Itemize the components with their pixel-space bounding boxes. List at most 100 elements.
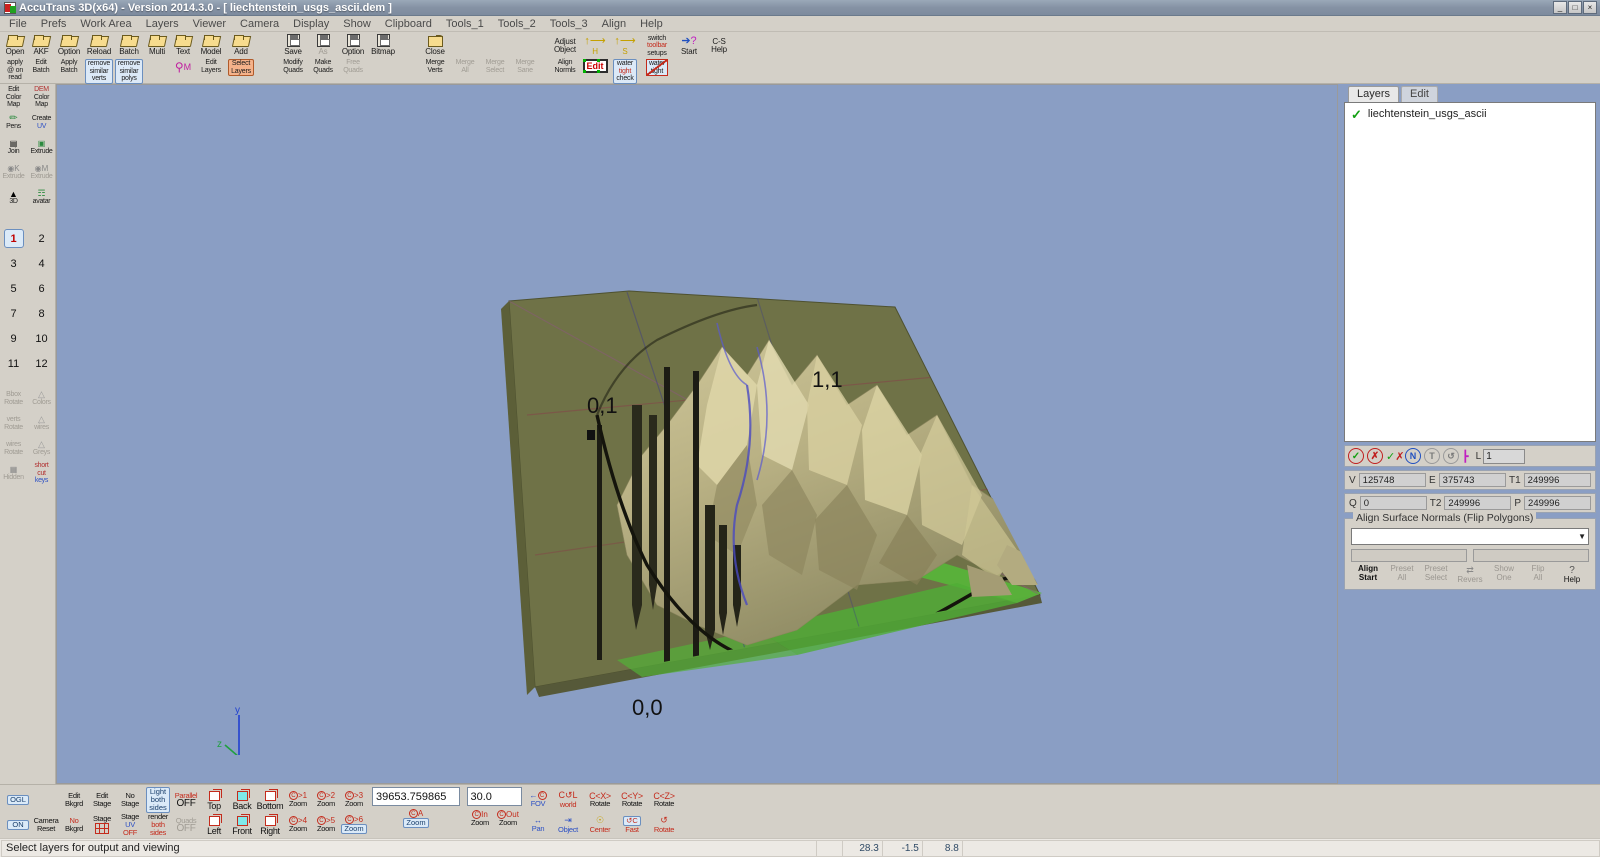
maximize-button[interactable]: □ (1568, 1, 1582, 14)
toolbar-text[interactable]: Text ⚲ M (170, 33, 196, 85)
sidebar-join[interactable]: ▤ Join (0, 135, 28, 160)
no-bkgrd-button[interactable]: No Bkgrd (60, 812, 88, 837)
tree-icon[interactable]: ┣ (1462, 450, 1469, 463)
toolbar-align-normls[interactable]: Align Normls (550, 59, 580, 85)
view-front-button[interactable]: Front (228, 812, 256, 837)
menu-prefs[interactable]: Prefs (34, 17, 74, 31)
sidebar-avatar[interactable]: ☶ avatar (28, 185, 56, 210)
toolbar-apply-batch[interactable]: Apply Batch (54, 59, 84, 85)
sidebar-number-3[interactable]: 3 (0, 251, 28, 276)
sidebar-bbox-rotate[interactable]: Bbox Rotate (0, 386, 28, 411)
pan-button[interactable]: ↔ Pan (524, 812, 552, 837)
sidebar-k-extrude[interactable]: ◉K Extrude (0, 160, 28, 185)
minimize-button[interactable]: _ (1553, 1, 1567, 14)
layer-number-field[interactable]: L (1476, 448, 1526, 464)
zoom-preset-6[interactable]: C >6 Zoom (340, 812, 368, 837)
edit-bkgrd-button[interactable]: Edit Bkgrd No Bkgrd (60, 787, 88, 837)
parallel-off-button[interactable]: Parallel OFF Quads OFF (172, 787, 200, 837)
list-item[interactable]: ✓ liechtenstein_usgs_ascii (1349, 107, 1591, 121)
stage-uv-off-button[interactable]: Stage UV OFF (116, 812, 144, 837)
render-both-sides-button[interactable]: render both sides (144, 812, 172, 837)
toolbar-save-bitmap[interactable]: Bitmap (368, 33, 398, 85)
toolbar-model[interactable]: Model Edit Layers (196, 33, 226, 85)
sidebar-number-7[interactable]: 7 (0, 301, 28, 326)
toolbar-select-layers[interactable]: Select Layers (226, 59, 256, 85)
toolbar-h-arrow-icon[interactable]: ↑⟶ H Edit (580, 33, 610, 85)
toolbar-edit-layers[interactable]: Edit Layers (196, 59, 226, 85)
toolbar-make-quads[interactable]: Make Quads (308, 59, 338, 85)
zoom-out-button[interactable]: C Out Zoom (494, 806, 522, 831)
menu-work-area[interactable]: Work Area (73, 17, 138, 31)
sidebar-number-1[interactable]: 1 (0, 226, 28, 251)
tab-edit[interactable]: Edit (1401, 86, 1438, 102)
sidebar-number-11[interactable]: 11 (0, 351, 28, 376)
zoom-value-input[interactable] (372, 787, 460, 806)
toolbar-merge-verts[interactable]: Merge Verts (420, 59, 450, 85)
menu-camera[interactable]: Camera (233, 17, 286, 31)
toolbar-cs-help[interactable]: C-S Help (704, 33, 734, 85)
menu-tools-3[interactable]: Tools_3 (543, 17, 595, 31)
zoom-preset-1[interactable]: C >1 Zoom C >4 Zoom (284, 787, 312, 837)
zoom-preset-5[interactable]: C >5 Zoom (312, 812, 340, 837)
menu-align[interactable]: Align (595, 17, 633, 31)
no-stage-button[interactable]: No Stage Stage UV OFF (116, 787, 144, 837)
sidebar-m-extrude[interactable]: ◉M Extrude (28, 160, 56, 185)
check-all-icon[interactable]: ✓ (1348, 448, 1364, 464)
toolbar-water-tight-check[interactable]: water tight check (610, 59, 640, 85)
sidebar-edit-color-map[interactable]: Edit Color Map (0, 85, 28, 110)
toolbar-add[interactable]: Add Select Layers (226, 33, 256, 85)
zoom-in-button[interactable]: C In Zoom (466, 806, 494, 831)
sidebar-greys[interactable]: △ Greys (28, 436, 56, 461)
normals-icon[interactable]: N (1405, 448, 1421, 464)
sidebar-dem-color-map[interactable]: DEM Color Map (28, 85, 56, 110)
sidebar-create-uv[interactable]: Create UV (28, 110, 56, 135)
toolbar-edit-badge[interactable]: Edit (580, 59, 610, 85)
menu-display[interactable]: Display (286, 17, 336, 31)
sidebar-number-2[interactable]: 2 (28, 226, 56, 251)
zoom-preset-2[interactable]: C >2 Zoom C >5 Zoom (312, 787, 340, 837)
sidebar-number-8[interactable]: 8 (28, 301, 56, 326)
object-rotate-button[interactable]: ↺ Rotate (648, 812, 680, 837)
stage-grid-button[interactable]: Stage (88, 812, 116, 837)
world-rotate-button[interactable]: C↺L world ⇥ Object (552, 787, 584, 837)
menu-file[interactable]: File (2, 17, 34, 31)
toolbar-apply-on-read[interactable]: apply @ on read (2, 59, 28, 85)
ogl-toggle[interactable]: OGL ON (4, 787, 32, 837)
sidebar-wires[interactable]: △ wires (28, 411, 56, 436)
close-button[interactable]: × (1583, 1, 1597, 14)
layer-list[interactable]: ✓ liechtenstein_usgs_ascii (1344, 102, 1596, 442)
sidebar-number-5[interactable]: 5 (0, 276, 28, 301)
view-back-button[interactable]: Back Front (228, 787, 256, 837)
menu-tools-2[interactable]: Tools_2 (491, 17, 543, 31)
align-help-button[interactable]: ? Help (1555, 565, 1589, 585)
sidebar-wires-rotate[interactable]: wires Rotate (0, 436, 28, 461)
menu-clipboard[interactable]: Clipboard (378, 17, 439, 31)
lamp-m-icon[interactable]: ⚲ M (170, 59, 196, 85)
toolbar-save-as[interactable]: As Make Quads (308, 33, 338, 85)
menu-help[interactable]: Help (633, 17, 670, 31)
view-right-button[interactable]: Right (256, 812, 284, 837)
zoom-preset-a[interactable]: CA Zoom (402, 806, 430, 831)
sidebar-number-4[interactable]: 4 (28, 251, 56, 276)
toolbar-cs-start[interactable]: ➔? Start (674, 33, 704, 85)
toolbar-remove-similar-polys[interactable]: remove similar polys (114, 59, 144, 85)
toolbar-adjust-object[interactable]: Adjust Object Align Normls (550, 33, 580, 85)
toolbar-close-file[interactable]: Close Merge Verts (420, 33, 450, 85)
light-both-sides-button[interactable]: Light both sides render both sides (144, 786, 172, 837)
view-top-button[interactable]: Top Left (200, 787, 228, 837)
zoom-preset-3[interactable]: C >3 Zoom C >6 Zoom (340, 787, 368, 837)
toolbar-modify-quads[interactable]: Modify Quads (278, 59, 308, 85)
render-icon[interactable]: ↺ (1443, 448, 1459, 464)
toolbar-remove-similar-verts[interactable]: remove similar verts (84, 59, 114, 85)
edit-stage-button[interactable]: Edit Stage Stage (88, 787, 116, 837)
texture-icon[interactable]: T (1424, 448, 1440, 464)
align-mode-dropdown[interactable]: ▼ (1351, 528, 1589, 545)
checkmark-icon[interactable]: ✓ (1351, 108, 1362, 121)
sidebar-verts-rotate[interactable]: verts Rotate (0, 411, 28, 436)
view-left-button[interactable]: Left (200, 812, 228, 837)
toolbar-save-option[interactable]: Option Free Quads (338, 33, 368, 85)
object-button-1[interactable]: ⇥ Object (552, 812, 584, 837)
3d-viewport[interactable]: 0,1 1,1 0,0 y x z (56, 84, 1338, 784)
menu-layers[interactable]: Layers (139, 17, 186, 31)
fov-value-input[interactable] (466, 787, 522, 806)
